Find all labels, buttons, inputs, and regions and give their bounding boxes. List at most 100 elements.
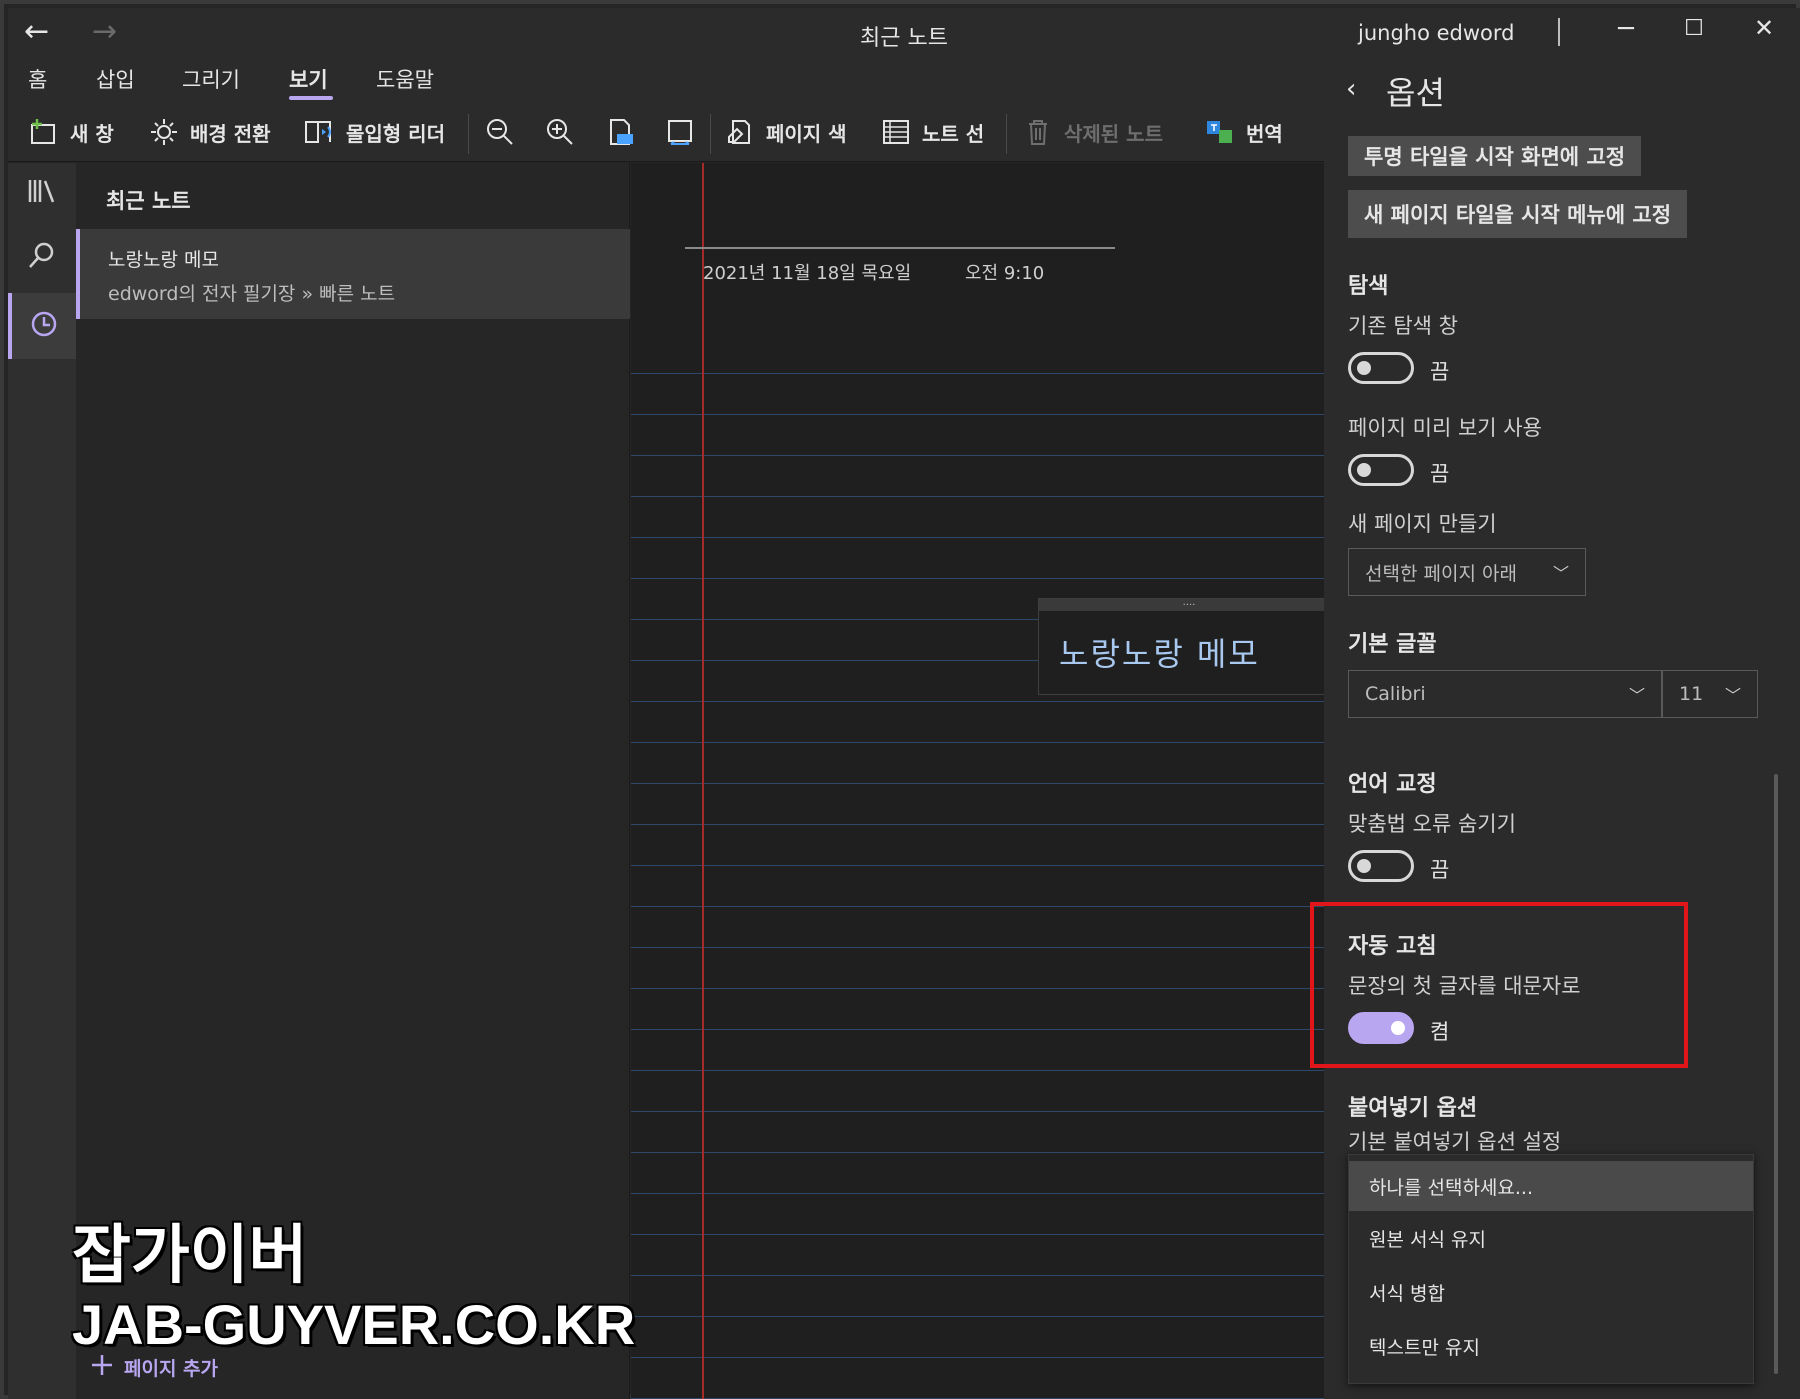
translate-label: 번역 xyxy=(1246,121,1283,146)
ribbon-tabs: 홈 삽입 그리기 보기 도움말 xyxy=(8,56,1324,104)
list-header: 최근 노트 xyxy=(106,189,191,213)
zoom-out-icon xyxy=(484,116,516,148)
page-preview-state: 끔 xyxy=(1430,462,1450,486)
zoom-100-button[interactable] xyxy=(604,112,636,152)
proofing-heading: 언어 교정 xyxy=(1348,772,1437,797)
translate-button[interactable]: 번역 xyxy=(1204,112,1283,152)
notebooks-icon xyxy=(27,177,57,209)
rule-lines-label: 노트 선 xyxy=(922,121,985,146)
legacy-nav-label: 기존 탐색 창 xyxy=(1348,314,1458,338)
minimize-button[interactable]: ─ xyxy=(1606,14,1646,44)
pin-transparent-tile-button[interactable]: 투명 타일을 시작 화면에 고정 xyxy=(1348,136,1642,176)
tab-help[interactable]: 도움말 xyxy=(376,64,434,94)
paste-option-merge[interactable]: 서식 병합 xyxy=(1349,1267,1753,1317)
toggle-knob xyxy=(1357,463,1371,477)
page-time: 오전 9:10 xyxy=(965,263,1045,284)
note-container[interactable]: .... 노랑노랑 메모 xyxy=(1038,598,1324,695)
new-page-label: 새 페이지 만들기 xyxy=(1348,512,1497,536)
toolbar-divider xyxy=(710,114,711,154)
app-window: ← → 최근 노트 jungho edword ─ ☐ ✕ 홈 삽입 그리기 보… xyxy=(0,0,1800,1399)
plus-icon xyxy=(90,1353,114,1382)
recent-clock-icon xyxy=(29,309,59,343)
search-button[interactable] xyxy=(8,227,76,287)
font-family-select[interactable]: Calibri ﹀ xyxy=(1348,670,1662,718)
navigation-rail xyxy=(8,163,76,1399)
toolbar-divider xyxy=(468,114,469,154)
deleted-notes-button[interactable]: 삭제된 노트 xyxy=(1022,112,1163,152)
new-window-icon xyxy=(28,116,60,148)
zoom-in-icon xyxy=(544,116,576,148)
toggle-knob xyxy=(1357,361,1371,375)
legacy-nav-state: 끔 xyxy=(1430,360,1450,384)
pin-new-page-tile-button[interactable]: 새 페이지 타일을 시작 메뉴에 고정 xyxy=(1348,190,1688,238)
active-tab-indicator xyxy=(289,96,333,100)
page-location: edword의 전자 필기장 » 빠른 노트 xyxy=(108,283,396,305)
window-title: 최근 노트 xyxy=(860,26,948,51)
paste-option-placeholder[interactable]: 하나를 선택하세요... xyxy=(1349,1161,1753,1211)
tab-draw[interactable]: 그리기 xyxy=(182,64,240,94)
font-size-select[interactable]: 11 ﹀ xyxy=(1662,670,1758,718)
note-drag-handle[interactable]: .... xyxy=(1039,598,1324,611)
add-page-label: 페이지 추가 xyxy=(124,1358,219,1380)
close-button[interactable]: ✕ xyxy=(1744,14,1784,42)
recent-notes-button[interactable] xyxy=(8,293,76,359)
immersive-reader-button[interactable]: 몰입형 리더 xyxy=(304,112,445,152)
rule-lines-button[interactable]: 노트 선 xyxy=(880,112,984,152)
new-window-button[interactable]: 새 창 xyxy=(28,112,114,152)
switch-background-label: 배경 전환 xyxy=(190,121,271,146)
page-title: 노랑노랑 메모 xyxy=(108,249,219,271)
new-window-label: 새 창 xyxy=(70,121,114,146)
translate-icon xyxy=(1204,116,1236,148)
rule-lines-icon xyxy=(880,116,912,148)
list-item[interactable]: 노랑노랑 메모 edword의 전자 필기장 » 빠른 노트 xyxy=(76,229,630,319)
page-width-button[interactable] xyxy=(664,112,696,152)
deleted-notes-label: 삭제된 노트 xyxy=(1064,121,1163,146)
page-date: 2021년 11월 18일 목요일 xyxy=(703,263,912,284)
page-color-button[interactable]: 페이지 색 xyxy=(724,112,847,152)
options-pane: ‹ 옵션 투명 타일을 시작 화면에 고정 새 페이지 타일을 시작 메뉴에 고… xyxy=(1324,56,1800,1399)
note-text[interactable]: 노랑노랑 메모 xyxy=(1059,629,1260,675)
chevron-down-icon: ﹀ xyxy=(1724,686,1741,705)
immersive-reader-label: 몰입형 리더 xyxy=(346,121,445,146)
zoom-out-button[interactable] xyxy=(484,112,516,152)
sun-icon xyxy=(148,116,180,148)
maximize-button[interactable]: ☐ xyxy=(1674,16,1714,41)
zoom-100-icon xyxy=(604,116,636,148)
tab-home[interactable]: 홈 xyxy=(28,64,47,94)
toggle-knob xyxy=(1357,859,1371,873)
new-page-select-value: 선택한 페이지 아래 xyxy=(1365,562,1517,585)
title-underline xyxy=(685,247,1115,249)
hide-spelling-toggle[interactable] xyxy=(1348,850,1414,882)
tab-view[interactable]: 보기 xyxy=(289,64,328,94)
chevron-down-icon: ﹀ xyxy=(1552,564,1569,583)
paste-default-label: 기본 붙여넣기 옵션 설정 xyxy=(1348,1130,1562,1154)
switch-background-button[interactable]: 배경 전환 xyxy=(148,112,271,152)
title-bar: ← → 최근 노트 jungho edword ─ ☐ ✕ xyxy=(8,8,1800,56)
hide-spelling-state: 끔 xyxy=(1430,858,1450,882)
page-preview-toggle[interactable] xyxy=(1348,454,1414,486)
paste-options-dropdown[interactable]: 하나를 선택하세요... 원본 서식 유지 서식 병합 텍스트만 유지 xyxy=(1348,1154,1754,1384)
notebooks-button[interactable] xyxy=(8,163,76,223)
account-name[interactable]: jungho edword xyxy=(1358,21,1515,45)
add-page-button[interactable]: 페이지 추가 xyxy=(90,1353,218,1382)
paste-option-text-only[interactable]: 텍스트만 유지 xyxy=(1349,1321,1753,1371)
watermark-url: JAB-GUYVER.CO.KR xyxy=(72,1293,636,1356)
new-page-select[interactable]: 선택한 페이지 아래 ﹀ xyxy=(1348,548,1586,596)
margin-line xyxy=(702,163,704,1399)
legacy-nav-toggle[interactable] xyxy=(1348,352,1414,384)
tab-insert[interactable]: 삽입 xyxy=(96,64,135,94)
paste-heading: 붙여넣기 옵션 xyxy=(1348,1096,1478,1121)
note-canvas[interactable]: 2021년 11월 18일 목요일 오전 9:10 .... 노랑노랑 메모 xyxy=(631,163,1324,1399)
paste-option-keep-source[interactable]: 원본 서식 유지 xyxy=(1349,1213,1753,1263)
zoom-in-button[interactable] xyxy=(544,112,576,152)
toolbar-divider xyxy=(1006,114,1007,154)
page-color-icon xyxy=(724,116,756,148)
options-back-button[interactable]: ‹ xyxy=(1346,74,1356,104)
font-size-value: 11 xyxy=(1679,683,1704,705)
options-title: 옵션 xyxy=(1386,74,1445,112)
watermark-title: 잡가이버 xyxy=(72,1219,308,1293)
default-font-heading: 기본 글꼴 xyxy=(1348,632,1437,657)
options-scrollbar[interactable] xyxy=(1774,774,1778,1374)
chevron-down-icon: ﹀ xyxy=(1628,686,1645,705)
hide-spelling-label: 맞춤법 오류 숨기기 xyxy=(1348,812,1516,836)
